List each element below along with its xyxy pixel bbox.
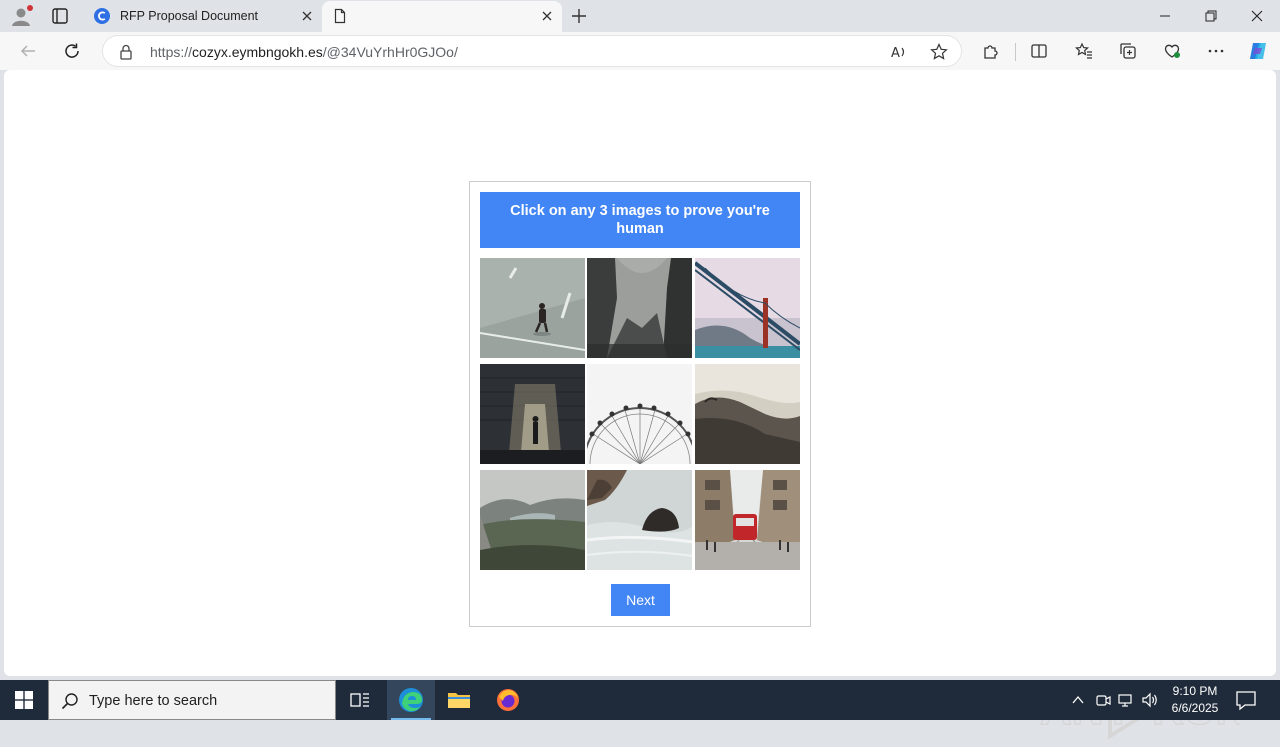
svg-text:A: A (891, 46, 900, 61)
more-menu-icon[interactable] (1206, 41, 1226, 61)
captcha-image-misty-mountains[interactable] (587, 258, 692, 358)
firefox-icon[interactable] (484, 680, 532, 720)
next-button[interactable]: Next (611, 584, 670, 616)
file-explorer-icon[interactable] (435, 680, 483, 720)
close-tab-icon[interactable] (300, 9, 314, 23)
captcha-image-person-by-stone-wall[interactable] (480, 364, 585, 464)
volume-icon[interactable] (1140, 690, 1160, 710)
captcha-image-ferris-wheel[interactable] (587, 364, 692, 464)
captcha-image-suspension-bridge[interactable] (695, 258, 800, 358)
copilot-icon[interactable] (1246, 39, 1270, 63)
clock-date: 6/6/2025 (1171, 701, 1219, 715)
captcha-image-sea-rock-waves[interactable] (587, 470, 692, 570)
captcha-image-person-walking-road[interactable] (480, 258, 585, 358)
page-icon (332, 8, 348, 24)
favorites-icon[interactable] (1074, 41, 1094, 61)
windows-taskbar: Type here to search 9:10 PM 6/6/2025 (0, 680, 1280, 720)
profile-avatar-icon[interactable] (10, 5, 33, 27)
system-clock[interactable]: 9:10 PM 6/6/2025 (1164, 683, 1226, 717)
captcha-instruction: Click on any 3 images to prove you're hu… (480, 192, 800, 248)
url-text[interactable]: https://cozyx.eymbngokh.es/@34VuYrhHr0GJ… (150, 44, 458, 60)
tab-rfp-proposal[interactable]: RFP Proposal Document (84, 1, 322, 32)
favorite-star-icon[interactable] (929, 42, 949, 62)
captcha-image-green-valley[interactable] (480, 470, 585, 570)
browser-essentials-icon[interactable] (1162, 41, 1182, 61)
clock-time: 9:10 PM (1172, 684, 1218, 698)
edge-browser-icon[interactable] (387, 680, 435, 720)
taskbar-search-box[interactable]: Type here to search (48, 680, 336, 720)
tab-active[interactable] (322, 1, 562, 32)
split-screen-icon[interactable] (1029, 41, 1049, 61)
back-icon[interactable] (18, 41, 38, 61)
read-aloud-icon[interactable]: A (889, 42, 909, 62)
meet-now-icon[interactable] (1093, 690, 1113, 710)
tab-strip: RFP Proposal Document (0, 0, 1280, 32)
extensions-icon[interactable] (981, 41, 1001, 61)
task-view-icon[interactable] (336, 680, 384, 720)
show-hidden-icons-chevron-icon[interactable] (1068, 690, 1088, 710)
tab-title: RFP Proposal Document (120, 9, 259, 23)
captcha-image-rocky-coast-clouds[interactable] (695, 364, 800, 464)
windows-start-icon[interactable] (0, 680, 48, 720)
tab-favicon-icon (94, 8, 110, 24)
refresh-icon[interactable] (62, 41, 82, 61)
captcha-box: Click on any 3 images to prove you're hu… (469, 181, 811, 627)
address-bar[interactable]: https://cozyx.eymbngokh.es/@34VuYrhHr0GJ… (102, 35, 962, 67)
browser-toolbar: https://cozyx.eymbngokh.es/@34VuYrhHr0GJ… (0, 32, 1280, 70)
minimize-icon[interactable] (1142, 0, 1188, 32)
tab-actions-icon[interactable] (48, 6, 72, 26)
collections-icon[interactable] (1118, 41, 1138, 61)
captcha-image-red-tram-street[interactable] (695, 470, 800, 570)
new-tab-icon[interactable] (569, 6, 589, 26)
restore-icon[interactable] (1188, 0, 1234, 32)
captcha-image-grid (480, 258, 800, 570)
search-placeholder: Type here to search (89, 693, 218, 709)
lock-icon[interactable] (119, 44, 133, 60)
page-viewport: Click on any 3 images to prove you're hu… (4, 70, 1276, 740)
close-tab-icon[interactable] (540, 9, 554, 23)
search-icon (61, 692, 79, 710)
notification-center-icon[interactable] (1234, 689, 1258, 711)
network-icon[interactable] (1116, 690, 1136, 710)
close-window-icon[interactable] (1234, 0, 1280, 32)
